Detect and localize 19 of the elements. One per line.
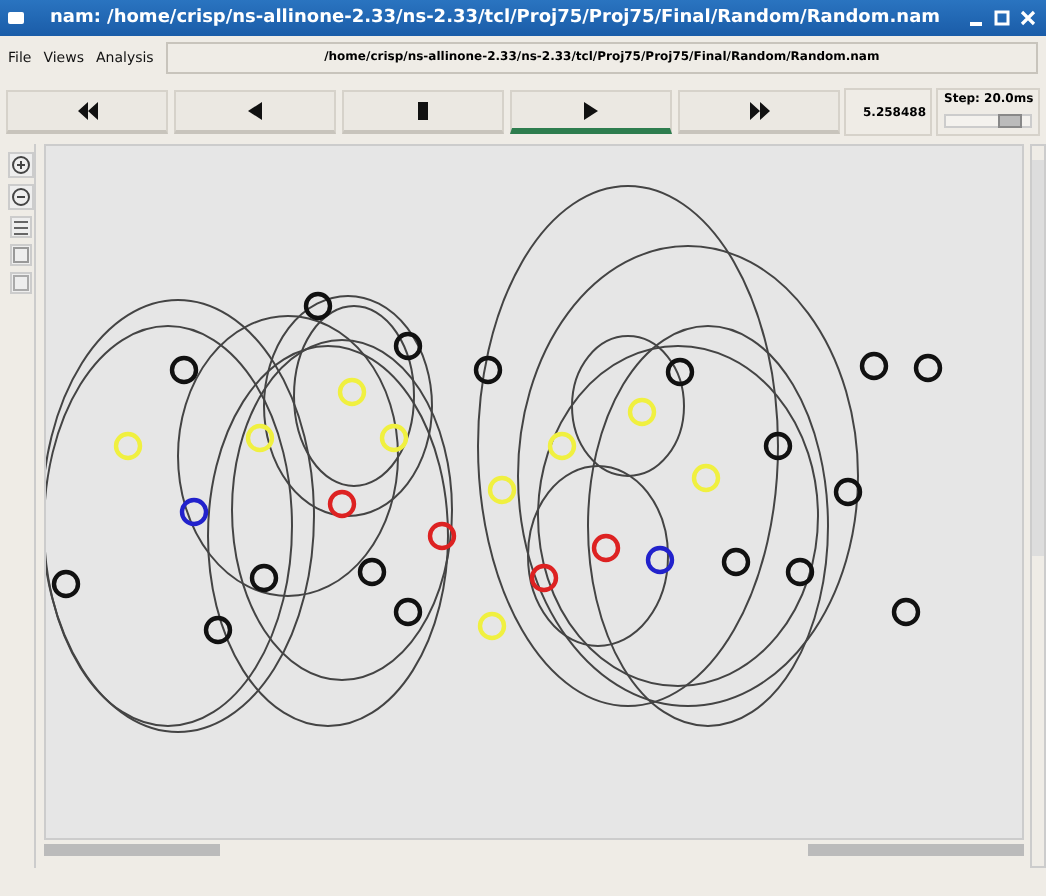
back-icon — [245, 102, 265, 120]
forward-icon — [749, 102, 769, 120]
grid-icon[interactable] — [9, 216, 31, 238]
close-icon[interactable] — [1018, 8, 1038, 28]
vertical-scrollbar[interactable] — [1030, 144, 1046, 868]
rewind-icon — [77, 102, 97, 120]
play-icon — [581, 101, 601, 119]
play-button[interactable] — [510, 90, 672, 134]
stop-button[interactable] — [342, 90, 504, 134]
maximize-icon[interactable] — [992, 8, 1012, 28]
fast-forward-button[interactable] — [678, 90, 840, 134]
zoom-in-icon[interactable] — [7, 152, 33, 178]
zoom-out-icon[interactable] — [7, 184, 33, 210]
horizontal-scrollbar[interactable] — [44, 844, 1024, 856]
slider-thumb[interactable] — [997, 114, 1022, 128]
window-title: nam: /home/crisp/ns-allinone-2.33/ns-2.33/tcl/Proj75/Proj75/Final/Random/Random.nam — [47, 8, 943, 28]
stop-icon — [413, 102, 433, 120]
rewind-button[interactable] — [6, 90, 168, 134]
step-slider[interactable] — [944, 114, 1032, 128]
